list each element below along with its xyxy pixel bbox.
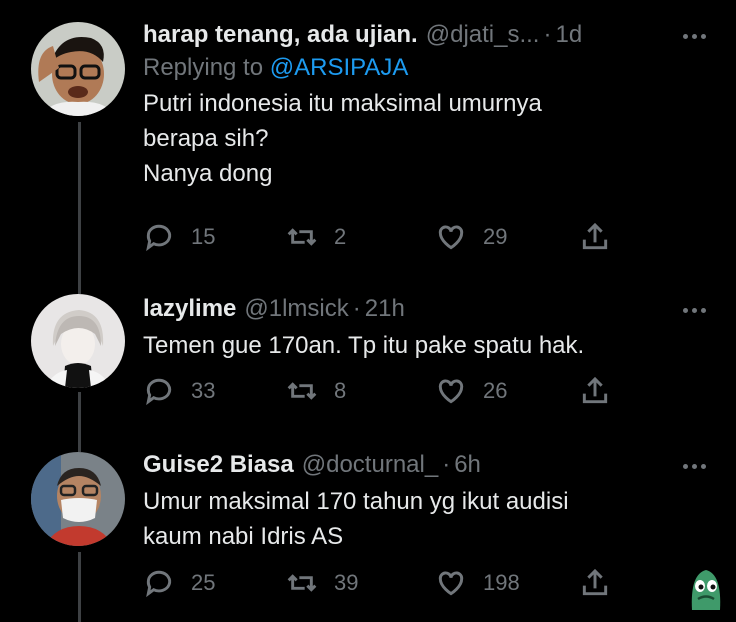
separator-dot: · — [442, 451, 451, 478]
like-icon — [438, 571, 464, 596]
reply-button[interactable]: 15 — [143, 221, 215, 253]
more-icon[interactable] — [679, 456, 706, 474]
retweet-count: 8 — [334, 378, 347, 403]
retweet-count: 2 — [334, 224, 347, 249]
replying-to: Replying to @ARSIPAJA — [143, 54, 706, 82]
handle[interactable]: @djati_s... — [426, 21, 540, 49]
share-button[interactable] — [579, 567, 611, 599]
reply-count: 15 — [191, 224, 216, 249]
like-icon — [438, 225, 464, 250]
timestamp[interactable]: 6h — [454, 451, 481, 479]
like-button[interactable]: 198 — [435, 567, 520, 599]
display-name[interactable]: lazylime — [143, 295, 236, 323]
display-name[interactable]: harap tenang, ada ujian. — [143, 21, 418, 49]
timestamp[interactable]: 1d — [555, 21, 582, 49]
separator-dot: · — [352, 295, 361, 322]
like-count: 198 — [483, 570, 520, 595]
retweet-button[interactable]: 39 — [286, 567, 358, 599]
reply-button[interactable]: 33 — [143, 375, 215, 407]
retweet-icon — [287, 228, 317, 246]
share-button[interactable] — [579, 221, 611, 253]
replying-to-label: Replying to — [143, 54, 264, 81]
handle[interactable]: @1lmsick — [244, 295, 348, 323]
mascot-icon — [691, 570, 721, 610]
more-icon[interactable] — [679, 26, 706, 44]
tweet[interactable]: harap tenang, ada ujian. @djati_s... · 1… — [0, 0, 736, 280]
tweet[interactable]: Guise2 Biasa @docturnal_ · 6h Umur maksi… — [0, 430, 736, 622]
retweet-button[interactable]: 8 — [286, 375, 346, 407]
share-icon — [582, 568, 608, 596]
like-count: 26 — [483, 378, 508, 403]
reply-icon — [146, 224, 172, 252]
mention-link[interactable]: @ARSIPAJA — [270, 54, 409, 81]
retweet-count: 39 — [334, 570, 359, 595]
like-count: 29 — [483, 224, 508, 249]
avatar[interactable] — [31, 22, 125, 116]
more-icon[interactable] — [679, 300, 706, 318]
reply-icon — [146, 570, 172, 598]
share-icon — [582, 376, 608, 404]
reply-count: 25 — [191, 570, 216, 595]
avatar[interactable] — [31, 294, 125, 388]
tweet-text: Putri indonesia itu maksimal umurnya ber… — [143, 90, 542, 187]
tweet[interactable]: lazylime @1lmsick · 21h Temen gue 170an.… — [0, 280, 736, 430]
display-name[interactable]: Guise2 Biasa — [143, 451, 294, 479]
like-icon — [438, 379, 464, 404]
handle[interactable]: @docturnal_ — [302, 451, 438, 479]
avatar[interactable] — [31, 452, 125, 546]
tweet-text: Temen gue 170an. Tp itu pake spatu hak. — [143, 332, 585, 359]
retweet-icon — [287, 382, 317, 400]
separator-dot: · — [543, 21, 552, 48]
share-button[interactable] — [579, 375, 611, 407]
like-button[interactable]: 26 — [435, 375, 507, 407]
reply-count: 33 — [191, 378, 216, 403]
reply-icon — [146, 378, 172, 406]
reply-button[interactable]: 25 — [143, 567, 215, 599]
share-icon — [582, 222, 608, 250]
like-button[interactable]: 29 — [435, 221, 507, 253]
tweet-text: Umur maksimal 170 tahun yg ikut audisi k… — [143, 488, 569, 550]
retweet-button[interactable]: 2 — [286, 221, 346, 253]
retweet-icon — [287, 574, 317, 592]
timestamp[interactable]: 21h — [365, 295, 405, 323]
